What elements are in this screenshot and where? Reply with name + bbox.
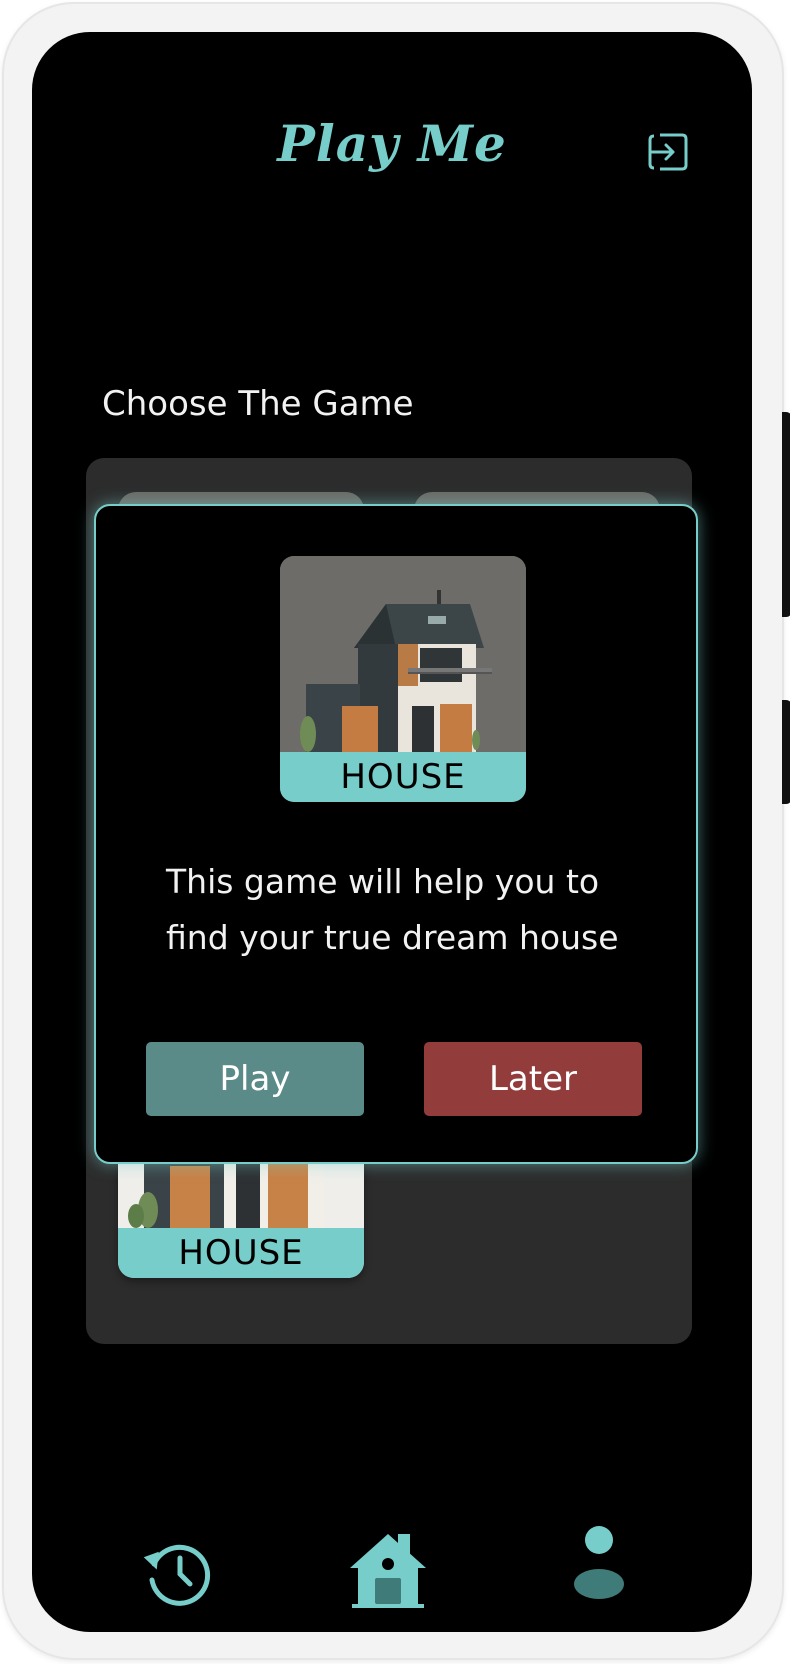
history-icon[interactable] [142,1536,214,1608]
profile-icon[interactable] [572,1526,626,1600]
side-button-volume [782,700,790,804]
dialog-description-line: find your true dream house [166,918,619,957]
side-button-power [782,412,790,617]
dialog-description-line: This game will help you to [166,862,600,901]
section-title: Choose The Game [102,384,414,424]
house-image [280,556,526,752]
dialog-game-card-label: HOUSE [280,752,526,802]
dialog-description: This game will help you to find your tru… [166,854,646,966]
dialog-game-card: HOUSE [280,556,526,802]
app-title: Play Me [277,114,507,173]
play-button[interactable]: Play [146,1042,364,1116]
later-button[interactable]: Later [424,1042,642,1116]
app-screen: Play Me Choose The Game HOUSE HOUSE This… [32,32,752,1632]
bottom-nav [32,1502,752,1632]
game-card-label: HOUSE [118,1228,364,1278]
exit-icon[interactable] [646,127,690,177]
home-icon[interactable] [348,1528,428,1608]
game-dialog: HOUSE This game will help you to find yo… [94,504,698,1164]
